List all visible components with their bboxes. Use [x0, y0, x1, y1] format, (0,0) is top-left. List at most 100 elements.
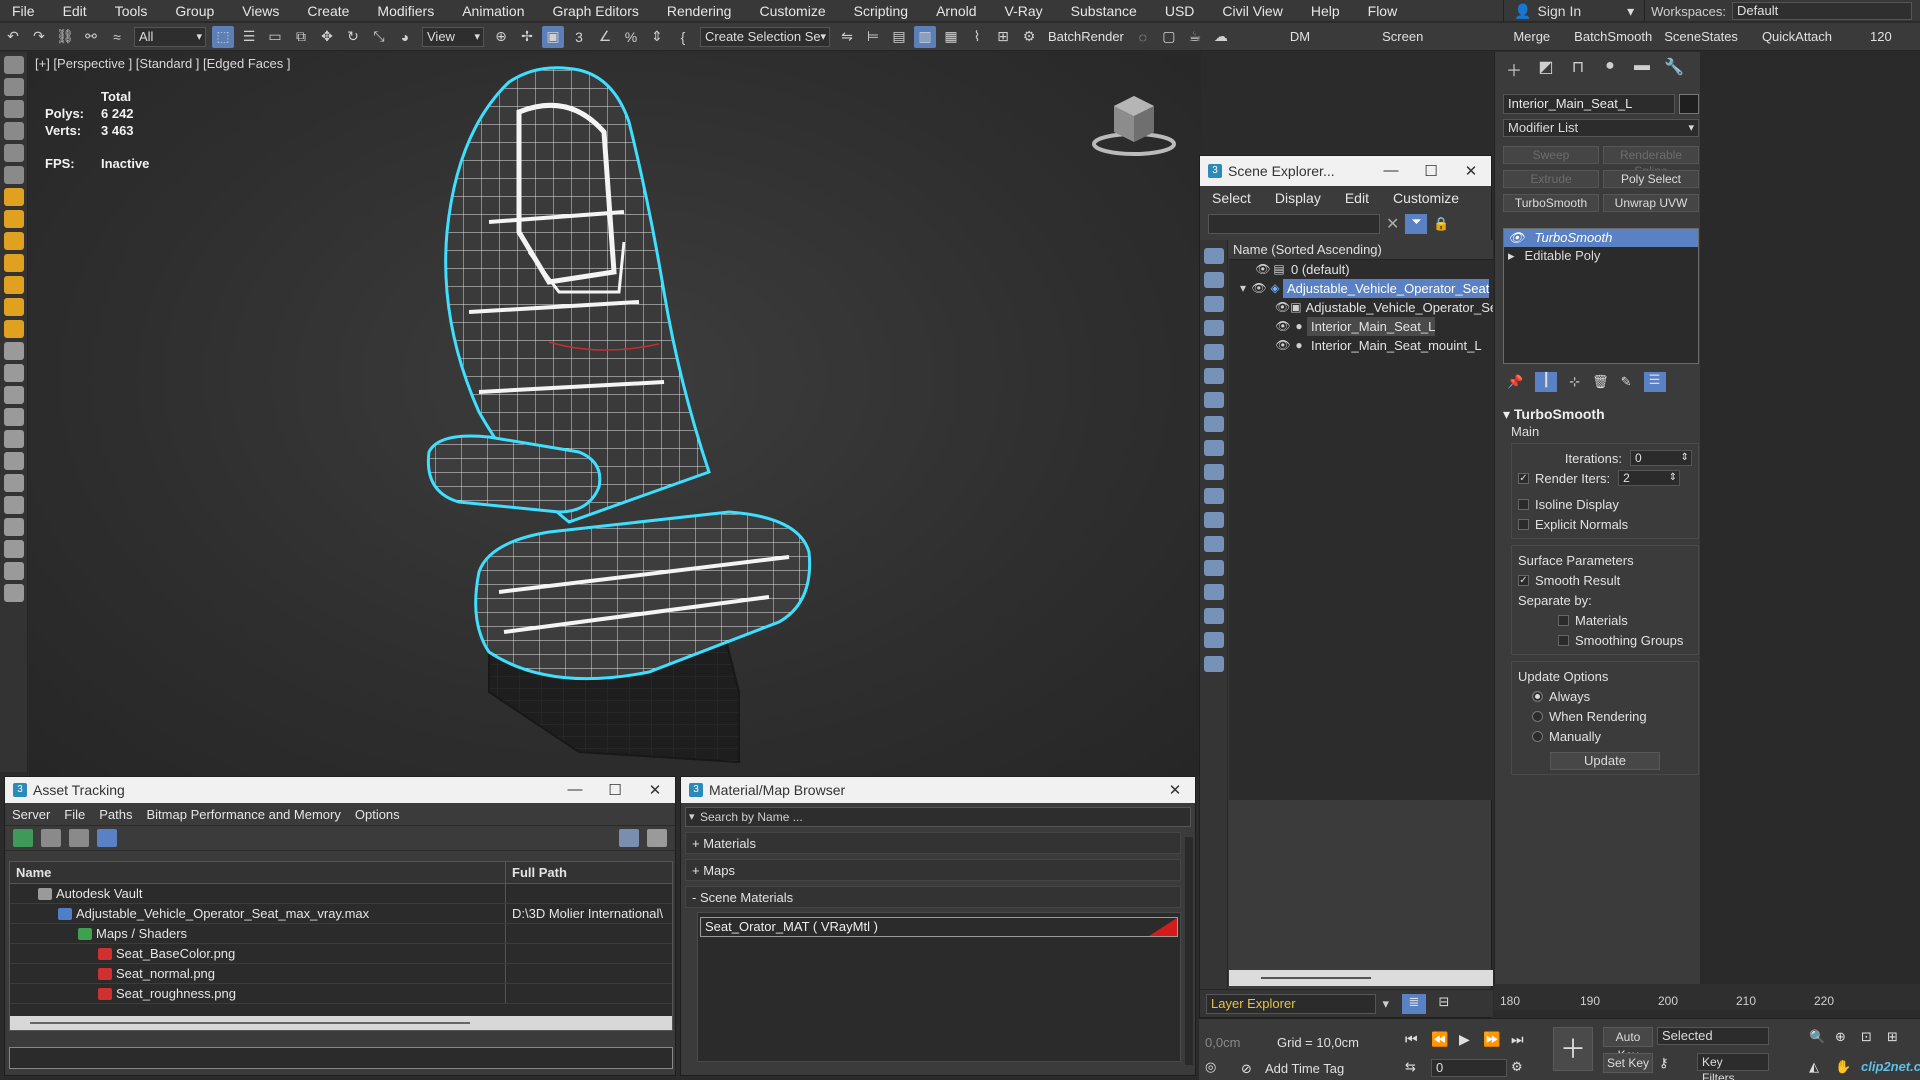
pin-stack-icon[interactable]: 📌	[1507, 374, 1523, 390]
mesh-icon[interactable]	[3, 540, 24, 558]
manipulate-icon[interactable]: ✢	[516, 26, 538, 48]
status-circle-icon[interactable]: ◎	[1205, 1059, 1216, 1075]
se-menu-select[interactable]: Select	[1200, 190, 1263, 206]
eye-icon[interactable]: 👁	[1275, 298, 1290, 317]
configure-menu-icon[interactable]: ☰	[1643, 372, 1666, 392]
col-name[interactable]: Name	[10, 862, 506, 883]
set-key-button[interactable]: Set Key	[1603, 1053, 1653, 1073]
display-geometry-icon[interactable]	[1203, 272, 1224, 288]
pivot-icon[interactable]: ⊕	[490, 26, 512, 48]
key-filters-button[interactable]: Key Filters...	[1697, 1053, 1769, 1080]
at-menu-file[interactable]: File	[57, 807, 92, 822]
zoom-icon[interactable]: 🔍	[1809, 1029, 1825, 1045]
material-editor-icon[interactable]: ⚙	[1018, 26, 1040, 48]
reference-coord-select[interactable]: View	[422, 26, 484, 47]
asset-tracking-titlebar[interactable]: 3 Asset Tracking — ☐ ✕	[5, 777, 675, 803]
vertical-scrollbar[interactable]	[1185, 837, 1193, 1065]
display-bones-icon[interactable]	[1203, 464, 1224, 480]
configure-sets-icon[interactable]: ✎	[1621, 374, 1632, 390]
close-icon[interactable]: ✕	[635, 781, 675, 799]
tree-item[interactable]: 👁 ● Interior_Main_Seat_mouint_L	[1229, 336, 1493, 355]
quickattach-button[interactable]: QuickAttach	[1756, 29, 1838, 44]
stack-item[interactable]: 👁 TurboSmooth	[1504, 229, 1698, 247]
tree-item[interactable]: ▾ 👁 ◈ Adjustable_Vehicle_Operator_Seat	[1229, 279, 1493, 298]
sun-icon[interactable]	[3, 232, 24, 250]
workspace-select[interactable]: Default	[1732, 2, 1912, 20]
bulb-icon[interactable]	[3, 210, 24, 228]
col-full-path[interactable]: Full Path	[506, 862, 567, 883]
viewport-label[interactable]: [+] [Perspective ] [Standard ] [Edged Fa…	[35, 56, 290, 71]
separate-smoothing-checkbox[interactable]	[1558, 634, 1569, 646]
display-shapes-icon[interactable]	[1203, 296, 1224, 312]
rotate-icon[interactable]: ↻	[342, 26, 364, 48]
toggle-scene-explorer-icon[interactable]: ▤	[888, 26, 910, 48]
window-crossing-icon[interactable]: ⧉	[290, 26, 312, 48]
render-iterative-icon[interactable]: ☁	[1210, 26, 1232, 48]
render-setup-icon[interactable]: ◌	[1132, 26, 1154, 48]
clear-search-icon[interactable]: ✕	[1386, 214, 1399, 234]
table-row[interactable]: Seat_roughness.png	[10, 984, 672, 1004]
select-object-icon[interactable]: ⬚	[212, 25, 234, 48]
table-row[interactable]: Adjustable_Vehicle_Operator_Seat_max_vra…	[10, 904, 672, 924]
pan-icon[interactable]: ✋	[1835, 1059, 1851, 1075]
menu-tools[interactable]: Tools	[101, 0, 162, 22]
perspective-viewport[interactable]: [+] [Perspective ] [Standard ] [Edged Fa…	[29, 52, 1201, 776]
display-xrefs-icon[interactable]	[1203, 440, 1224, 456]
named-selection-set-select[interactable]: Create Selection Se	[700, 26, 830, 47]
tree-item[interactable]: 👁 ● Interior_Main_Seat_L	[1229, 317, 1493, 336]
light-icon[interactable]	[3, 188, 24, 206]
expand-icon[interactable]: ▾	[1235, 279, 1251, 298]
go-to-start-icon[interactable]: ⏮	[1405, 1031, 1418, 1048]
info-icon[interactable]	[3, 584, 24, 602]
sort-by-hierarchy-icon[interactable]: ⊟	[1432, 994, 1456, 1014]
se-menu-display[interactable]: Display	[1263, 190, 1333, 206]
proxy-icon[interactable]	[3, 342, 24, 360]
menu-scripting[interactable]: Scripting	[840, 0, 922, 22]
zoom-extents-all-icon[interactable]: ⊞	[1887, 1029, 1898, 1045]
timeline-ruler[interactable]: 180 190 200 210 220	[1494, 984, 1920, 1010]
undo-icon[interactable]: ↶	[2, 26, 24, 48]
toggle-layer-explorer-icon[interactable]: ▥	[914, 25, 936, 48]
separate-materials-checkbox[interactable]	[1558, 614, 1569, 626]
key-set-select[interactable]: Selected	[1657, 1027, 1769, 1045]
horizontal-scrollbar[interactable]	[10, 1016, 672, 1030]
fur-icon[interactable]	[3, 364, 24, 382]
at-menu-server[interactable]: Server	[5, 807, 57, 822]
table-row[interactable]: Seat_BaseColor.png	[10, 944, 672, 964]
filter-funnel-icon[interactable]	[1203, 608, 1224, 624]
fov-icon[interactable]: ◭	[1809, 1059, 1819, 1075]
grid-icon[interactable]	[3, 144, 24, 162]
eye-icon[interactable]: 👁	[1275, 336, 1291, 355]
maximize-icon[interactable]: ☐	[595, 781, 635, 799]
bookmark-icon[interactable]	[1203, 656, 1224, 672]
table-row[interactable]: Maps / Shaders	[10, 924, 672, 944]
display-containers-icon[interactable]	[1203, 488, 1224, 504]
plane-icon[interactable]	[3, 386, 24, 404]
iterations-spinner[interactable]: 0	[1630, 450, 1692, 466]
menu-group[interactable]: Group	[161, 0, 228, 22]
modifier-list-select[interactable]: Modifier List	[1503, 119, 1699, 137]
at-menu-bitmap[interactable]: Bitmap Performance and Memory	[140, 807, 348, 822]
menu-flow[interactable]: Flow	[1354, 0, 1412, 22]
mirror-icon[interactable]: ⇋	[836, 26, 858, 48]
scale-icon[interactable]: ⤡	[368, 26, 390, 48]
filter-selected-icon[interactable]	[1203, 632, 1224, 648]
object-name-field[interactable]: Interior_Main_Seat_L	[1503, 94, 1675, 114]
list-icon[interactable]	[3, 122, 24, 140]
menu-vray[interactable]: V-Ray	[991, 0, 1057, 22]
display-invert-icon[interactable]	[1203, 584, 1224, 600]
ball-icon[interactable]	[3, 518, 24, 536]
manually-radio[interactable]	[1532, 730, 1543, 742]
snap-toggle-icon[interactable]: 3	[568, 26, 590, 48]
sign-in-button[interactable]: 👤 Sign In ▾	[1504, 0, 1644, 22]
display-none-icon[interactable]	[1203, 248, 1224, 264]
tree-icon[interactable]	[3, 408, 24, 426]
refresh-icon[interactable]	[13, 829, 33, 847]
sphere-light-icon[interactable]	[3, 254, 24, 272]
asset-status-field[interactable]	[9, 1047, 673, 1069]
turbosmooth-button[interactable]: TurboSmooth	[1503, 194, 1599, 212]
select-by-name-icon[interactable]: ☰	[238, 26, 260, 48]
display-cameras-icon[interactable]	[1203, 344, 1224, 360]
remove-modifier-icon[interactable]: 🗑	[1592, 374, 1609, 390]
at-menu-options[interactable]: Options	[348, 807, 407, 822]
